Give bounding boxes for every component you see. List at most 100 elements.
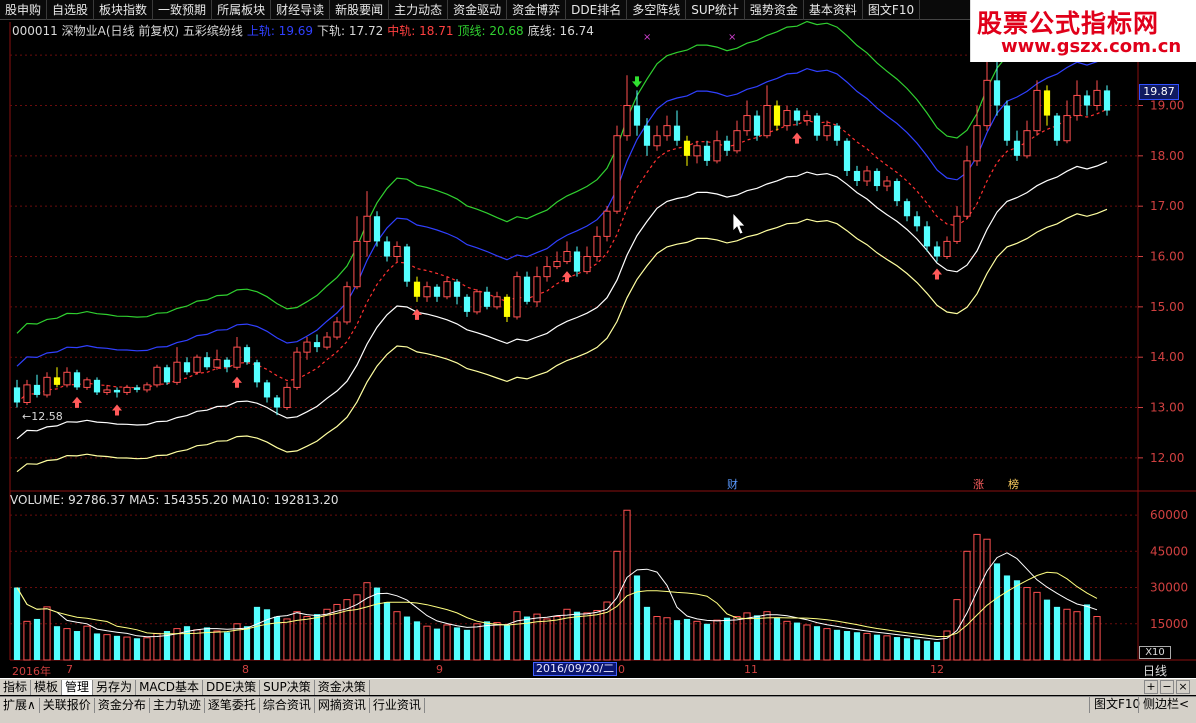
- volume-bar: [643, 606, 651, 660]
- tool-tab-5[interactable]: DDE决策: [203, 679, 261, 695]
- tool-tab-7[interactable]: 资金决策: [315, 679, 370, 695]
- sell-arrow-icon: [632, 76, 642, 88]
- menu-item-2[interactable]: 板块指数: [94, 0, 154, 20]
- close-icon[interactable]: ×: [1176, 680, 1190, 694]
- menu-item-0[interactable]: 股申购: [0, 0, 48, 20]
- volume-bar: [703, 623, 711, 660]
- top-line: [16, 8, 1108, 334]
- volume-bar: [433, 628, 441, 660]
- menu-item-15[interactable]: 图文F10: [863, 0, 921, 20]
- volume-bar: [933, 641, 941, 660]
- candle-body: [433, 286, 441, 297]
- add-button[interactable]: +: [1144, 680, 1158, 694]
- volume-bar: [403, 616, 411, 660]
- candle-body: [813, 115, 821, 136]
- candle-body: [623, 105, 631, 137]
- menu-item-12[interactable]: SUP统计: [686, 0, 745, 20]
- info-tab-4[interactable]: 逐笔委托: [205, 698, 260, 713]
- buy-arrow-icon: [72, 396, 82, 408]
- lower-band-line: [16, 161, 1108, 440]
- volume-bar: [213, 630, 221, 661]
- info-tab-2[interactable]: 资金分布: [95, 698, 150, 713]
- period-label[interactable]: 日线: [1143, 662, 1167, 679]
- candle-body: [693, 145, 701, 157]
- event-label-cai: 财: [727, 477, 738, 491]
- price-tick-label: 12.00: [1150, 451, 1184, 465]
- info-tab-7[interactable]: 行业资讯: [370, 698, 425, 713]
- candle-body: [523, 276, 531, 302]
- volume-bar: [533, 613, 541, 661]
- candle-body: [703, 145, 711, 161]
- candle-body: [343, 286, 351, 323]
- candle-body: [1013, 140, 1021, 156]
- volume-tick-label: 60000: [1150, 508, 1188, 522]
- volume-bar: [583, 612, 591, 661]
- candle-body: [473, 291, 481, 313]
- info-tab-1[interactable]: 关联报价: [40, 698, 95, 713]
- info-tab-5[interactable]: 综合资讯: [260, 698, 315, 713]
- volume-bar: [653, 616, 661, 661]
- candle-body: [273, 397, 281, 408]
- info-tab-6[interactable]: 网摘资讯: [315, 698, 370, 713]
- tool-tab-3[interactable]: 另存为: [93, 679, 137, 695]
- volume-bar: [853, 632, 861, 660]
- volume-bar: [453, 627, 461, 660]
- info-tab-bar: 扩展∧ 关联报价 资金分布 主力轨迹 逐笔委托 综合资讯 网摘资讯 行业资讯: [0, 696, 1196, 714]
- menu-item-10[interactable]: DDE排名: [566, 0, 628, 20]
- volume-bar: [323, 608, 331, 661]
- candle-body: [383, 241, 391, 257]
- current-price-tag: 19.87: [1139, 84, 1179, 100]
- menu-item-5[interactable]: 财经导读: [271, 0, 331, 20]
- time-label-8: 8: [242, 663, 249, 676]
- volume-bar: [33, 618, 41, 660]
- candle-body: [543, 266, 551, 278]
- tool-tab-4[interactable]: MACD基本: [136, 679, 204, 695]
- minus-button[interactable]: −: [1160, 680, 1174, 694]
- status-strip: [0, 714, 1196, 723]
- volume-bar: [1083, 604, 1091, 660]
- tool-tab-6[interactable]: SUP决策: [260, 679, 315, 695]
- candle-body: [283, 386, 291, 409]
- menu-item-14[interactable]: 基本资料: [804, 0, 863, 20]
- price-tick-label: 14.00: [1150, 350, 1184, 364]
- tool-tab-1[interactable]: 模板: [31, 679, 63, 695]
- candle-body: [13, 387, 21, 403]
- menu-item-6[interactable]: 新股要闻: [330, 0, 390, 20]
- candle-body: [1053, 115, 1061, 141]
- candle-body: [223, 359, 231, 368]
- volume-bar: [423, 625, 431, 661]
- volume-bar: [373, 587, 381, 660]
- menu-item-7[interactable]: 主力动态: [389, 0, 449, 20]
- menu-item-9[interactable]: 资金博弈: [507, 0, 567, 20]
- sidebar-toggle[interactable]: 侧边栏<: [1138, 697, 1193, 713]
- f10-button[interactable]: 图文F10: [1089, 697, 1144, 713]
- tool-tab-2[interactable]: 管理: [62, 679, 94, 695]
- candle-body: [1093, 89, 1101, 107]
- volume-bar: [283, 618, 291, 661]
- menu-item-4[interactable]: 所属板块: [212, 0, 272, 20]
- candle-body: [1063, 115, 1071, 142]
- volume-bar: [563, 608, 571, 661]
- menu-item-8[interactable]: 资金驱动: [448, 0, 508, 20]
- menu-item-13[interactable]: 强势资金: [745, 0, 804, 20]
- buy-arrow-icon: [232, 376, 242, 388]
- volume-bar: [893, 637, 901, 660]
- tool-tab-0[interactable]: 指标: [0, 679, 32, 695]
- volume-ma10-line: [16, 571, 1098, 637]
- menu-item-1[interactable]: 自选股: [47, 0, 95, 20]
- menu-item-11[interactable]: 多空阵线: [627, 0, 687, 20]
- candle-body: [713, 140, 721, 162]
- kline-chart[interactable]: 20.0019.0018.0017.0016.0015.0014.0013.00…: [0, 0, 1196, 723]
- time-label-9: 9: [436, 663, 443, 676]
- candle-body: [373, 216, 381, 242]
- volume-bar: [753, 615, 761, 660]
- menu-item-3[interactable]: 一致预期: [153, 0, 213, 20]
- candle-body: [563, 250, 571, 263]
- info-tab-0[interactable]: 扩展∧: [0, 698, 40, 713]
- info-tab-3[interactable]: 主力轨迹: [150, 698, 205, 713]
- candle-body: [113, 389, 121, 393]
- candle-body: [993, 80, 1001, 106]
- volume-bar: [913, 639, 921, 660]
- volume-bar: [1003, 575, 1011, 660]
- candle-body: [123, 386, 131, 393]
